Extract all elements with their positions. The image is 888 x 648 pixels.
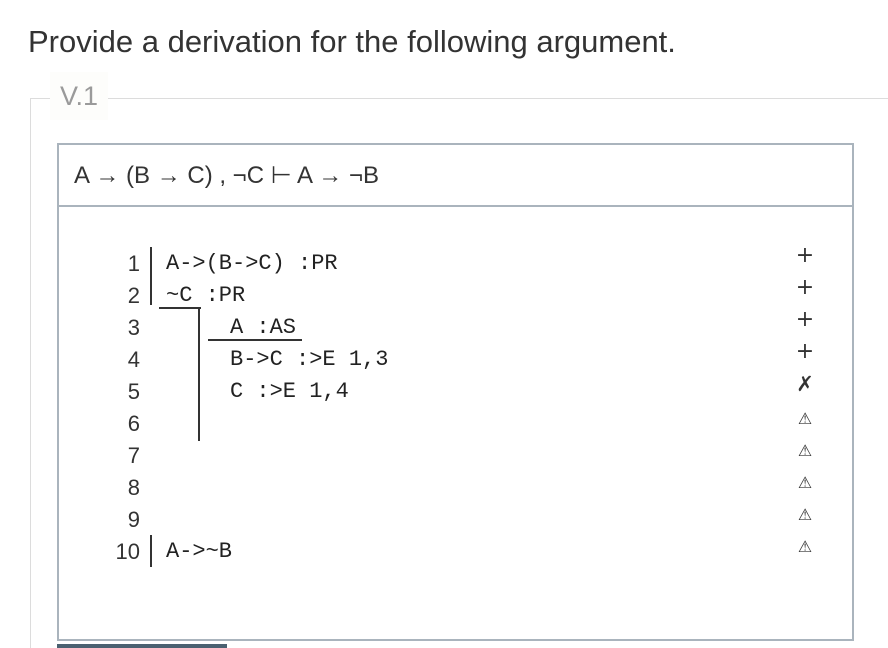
derivation-box: A → (B → C) , ¬C ⊢ A → ¬B 1 2 3 4 5 6 7 … bbox=[57, 143, 854, 641]
submit-button-edge[interactable] bbox=[57, 644, 227, 648]
instruction-heading: Provide a derivation for the following a… bbox=[28, 24, 676, 59]
line-status-warning-icon[interactable]: ⚠ bbox=[795, 505, 815, 524]
proof-line-text[interactable]: C :>E 1,4 bbox=[230, 379, 349, 404]
line-status-error-icon[interactable]: ✗ bbox=[795, 372, 815, 396]
line-number: 4 bbox=[127, 347, 140, 372]
proof-line-text[interactable]: A->(B->C) :PR bbox=[166, 251, 338, 276]
line-status-warning-icon[interactable]: ⚠ bbox=[795, 409, 815, 428]
subproof-scope-bar bbox=[198, 309, 200, 441]
exercise-page: Provide a derivation for the following a… bbox=[0, 0, 888, 648]
line-number: 10 bbox=[115, 539, 140, 564]
line-number: 6 bbox=[127, 411, 140, 436]
line-status-plus-icon[interactable]: + bbox=[795, 307, 815, 332]
proof-line-text[interactable]: ~C :PR bbox=[166, 283, 245, 308]
problem-number: V.1 bbox=[50, 72, 109, 120]
argument-statement: A → (B → C) , ¬C ⊢ A → ¬B bbox=[59, 145, 852, 207]
line-status-warning-icon[interactable]: ⚠ bbox=[795, 441, 815, 460]
line-number: 3 bbox=[127, 315, 140, 340]
proof-scope-bar bbox=[150, 535, 152, 567]
proof-line-text[interactable]: A :AS bbox=[230, 315, 296, 340]
proof-editor[interactable]: 1 2 3 4 5 6 7 8 9 10 A->(B->C) :PR ~C :P… bbox=[59, 207, 852, 639]
line-number: 9 bbox=[127, 507, 140, 532]
line-number: 7 bbox=[127, 443, 140, 468]
line-number: 1 bbox=[127, 251, 140, 276]
proof-line-text[interactable]: A->~B bbox=[166, 539, 232, 564]
line-status-warning-icon[interactable]: ⚠ bbox=[795, 473, 815, 492]
line-status-plus-icon[interactable]: + bbox=[795, 243, 815, 268]
line-number: 2 bbox=[127, 283, 140, 308]
line-status-warning-icon[interactable]: ⚠ bbox=[795, 537, 815, 556]
line-number: 5 bbox=[127, 379, 140, 404]
line-number: 8 bbox=[127, 475, 140, 500]
proof-line-text[interactable]: B->C :>E 1,3 bbox=[230, 347, 388, 372]
line-status-plus-icon[interactable]: + bbox=[795, 339, 815, 364]
proof-scope-bar bbox=[150, 247, 152, 305]
line-status-plus-icon[interactable]: + bbox=[795, 275, 815, 300]
